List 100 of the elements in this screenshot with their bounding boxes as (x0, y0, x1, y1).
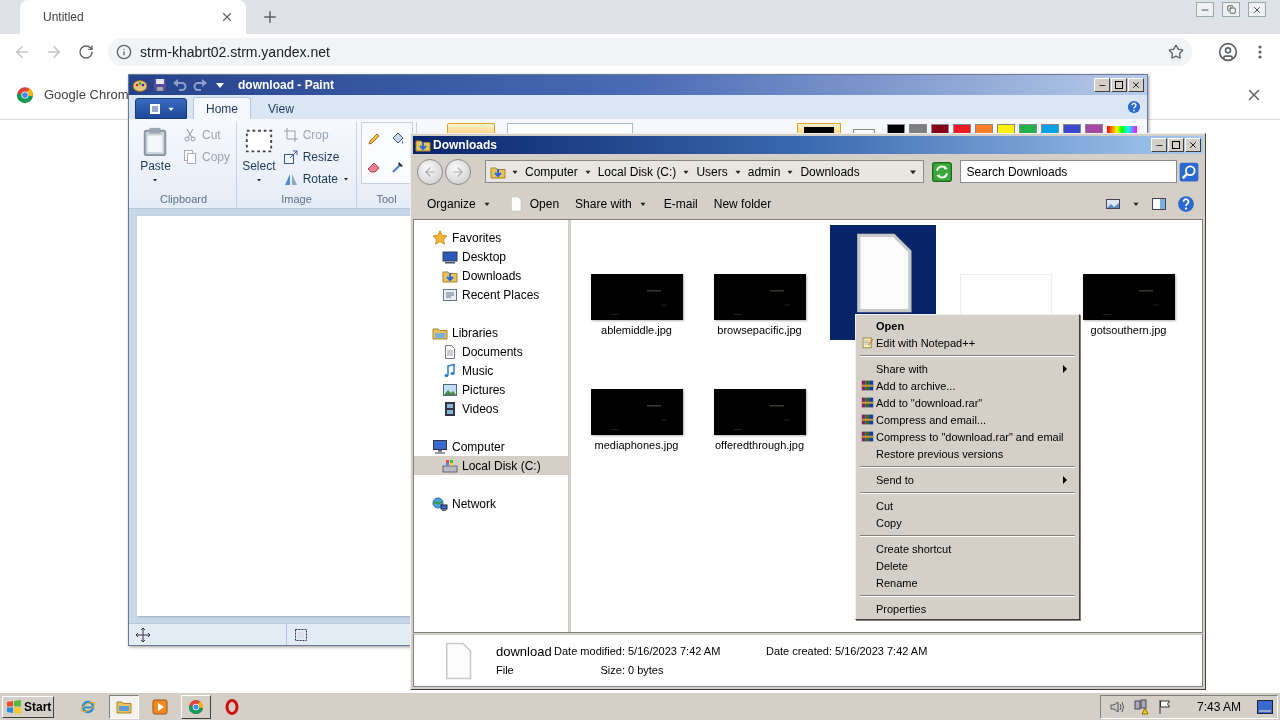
browser-tab[interactable]: Untitled (20, 0, 246, 34)
edit-colors-icon[interactable] (1107, 124, 1137, 133)
submenu-arrow-icon (1061, 475, 1069, 484)
nav-item[interactable]: Desktop (414, 247, 568, 266)
palette-swatch[interactable] (1085, 124, 1103, 133)
nav-item[interactable]: Pictures (414, 380, 568, 399)
breadcrumb[interactable]: Downloads (799, 164, 861, 179)
paste-button[interactable]: Paste (135, 122, 176, 193)
menu-icon (1258, 45, 1262, 59)
reload-icon (78, 44, 94, 60)
menu-item[interactable]: Add to "download.rar" (858, 394, 1077, 411)
profile-button[interactable] (1216, 40, 1240, 64)
menu-item[interactable]: Create shortcut (858, 540, 1077, 557)
undo-icon[interactable] (172, 77, 188, 93)
breadcrumb[interactable]: admin (746, 164, 782, 179)
ribbon-button[interactable]: Resize (280, 147, 352, 166)
nav-item[interactable]: Music (414, 361, 568, 380)
info-icon (116, 44, 132, 60)
crop-icon (282, 126, 299, 143)
speaker-icon (1108, 698, 1125, 715)
menu-item[interactable]: Share with (858, 360, 1077, 377)
palette-swatch[interactable] (997, 124, 1015, 133)
help-icon[interactable] (1127, 100, 1141, 114)
menu-item[interactable]: Edit with Notepad++ (858, 334, 1077, 351)
menu-item[interactable]: Copy (858, 514, 1077, 531)
menu-item[interactable]: Add to archive... (858, 377, 1077, 394)
star-icon[interactable] (1168, 44, 1184, 60)
palette-swatch[interactable] (887, 124, 905, 133)
palette-swatch[interactable] (1041, 124, 1059, 133)
ribbon-tab[interactable]: Home (193, 97, 251, 119)
notepad-icon (861, 336, 874, 349)
menu-item[interactable]: Open (858, 317, 1077, 334)
floppy-icon[interactable] (152, 77, 168, 93)
ribbon-tab[interactable]: View (255, 97, 307, 119)
toolbar-button[interactable]: Organize (421, 195, 498, 213)
back-button[interactable] (417, 158, 443, 185)
file-name: gotsouthern.jpg (1090, 324, 1167, 336)
nav-item[interactable]: Libraries (414, 323, 568, 342)
search-icon (1179, 161, 1199, 182)
tray-button[interactable] (1156, 698, 1173, 715)
nav-item[interactable]: Network (414, 494, 568, 513)
menu-item[interactable]: Send to (858, 471, 1077, 488)
palette-swatch[interactable] (1063, 124, 1081, 133)
file-item[interactable]: gotsouthern.jpg (1075, 225, 1182, 340)
scissors-icon (182, 126, 198, 143)
menu-item[interactable]: Restore previous versions (858, 445, 1077, 462)
start-button[interactable]: Start (2, 695, 54, 718)
file-item[interactable]: offeredthrough.jpg (706, 340, 813, 455)
address-bar[interactable]: strm-khabrt02.strm.yandex.net (108, 38, 1192, 66)
move-icon (135, 626, 151, 643)
palette-swatch[interactable] (975, 124, 993, 133)
nav-item[interactable]: Downloads (414, 266, 568, 285)
app-menu-button[interactable] (135, 98, 187, 119)
ribbon-button[interactable]: Rotate (280, 169, 352, 188)
refresh-button[interactable] (931, 161, 952, 182)
breadcrumb[interactable]: Computer (524, 164, 579, 179)
file-item[interactable]: ablemiddle.jpg (583, 225, 690, 340)
nav-item[interactable]: Recent Places (414, 285, 568, 304)
show-desktop-icon[interactable] (1257, 699, 1273, 714)
network-icon (432, 495, 448, 512)
menu-item[interactable]: Compress and email... (858, 411, 1077, 428)
nav-item[interactable]: Favorites (414, 228, 568, 247)
menu-item[interactable]: Cut (858, 497, 1077, 514)
palette-swatch[interactable] (1019, 124, 1037, 133)
file-name: download (496, 643, 553, 659)
address-bar[interactable]: Computer Local Disk (C:) Users admin Downloads (485, 160, 924, 183)
restore-button[interactable] (1222, 2, 1240, 17)
toolbar-button[interactable]: Share with (569, 195, 654, 213)
view-button[interactable] (1105, 196, 1121, 212)
menu-item[interactable]: Properties (858, 600, 1077, 617)
maximize-button[interactable] (1168, 138, 1184, 152)
select-button[interactable]: Select (241, 122, 277, 193)
color-1-button[interactable] (797, 123, 841, 133)
breadcrumb[interactable]: Local Disk (C:) (596, 164, 678, 179)
nav-item[interactable]: Documents (414, 342, 568, 361)
menu-item[interactable]: Delete (858, 557, 1077, 574)
breadcrumb[interactable]: Users (695, 164, 729, 179)
file-item[interactable]: mediaphones.jpg (583, 340, 690, 455)
preview-pane-button[interactable] (1151, 196, 1167, 212)
forward-button[interactable] (445, 158, 471, 185)
profile-icon (1218, 42, 1238, 62)
detail-value: 0 bytes (628, 664, 665, 676)
nav-item[interactable]: Videos (414, 399, 568, 418)
caret-icon (151, 176, 160, 184)
maximize-button[interactable] (1111, 78, 1127, 92)
search-button[interactable] (1179, 161, 1199, 182)
palette-swatch[interactable] (953, 124, 971, 133)
menu-item[interactable]: Compress to "download.rar" and email (858, 428, 1077, 445)
toolbar-button[interactable]: Open (501, 194, 566, 214)
toolbar-button[interactable]: New folder (707, 195, 778, 213)
nav-item[interactable]: Local Disk (C:) (414, 456, 568, 475)
palette-swatch[interactable] (909, 124, 927, 133)
close-button[interactable] (1248, 2, 1266, 17)
menu-item[interactable]: Rename (858, 574, 1077, 591)
file-item[interactable]: browsepacific.jpg (706, 225, 813, 340)
search-field[interactable]: Search Downloads (959, 160, 1177, 183)
help-button[interactable] (1177, 195, 1195, 213)
nav-item[interactable]: Computer (414, 437, 568, 456)
toolbar-button[interactable]: E-mail (657, 195, 704, 213)
palette-swatch[interactable] (931, 124, 949, 133)
